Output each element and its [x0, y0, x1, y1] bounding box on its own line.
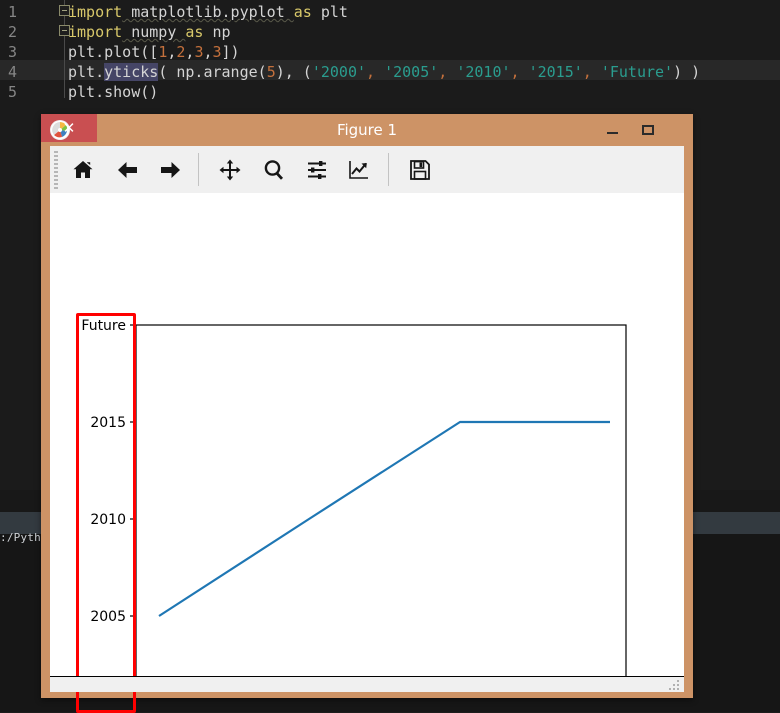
keyword-import: import [68, 3, 123, 21]
call-head: plt.plot([ [68, 43, 159, 61]
keyword-as: as [185, 23, 204, 41]
figure-status-bar [50, 676, 684, 692]
line-number: 4 [8, 63, 18, 81]
forward-button[interactable] [151, 151, 189, 189]
code-line-3[interactable]: plt.plot([1,2,3,3]) [68, 42, 240, 62]
figure-canvas[interactable]: 2000 2005 2010 2015 Future 0.0 0.5 1.0 [50, 193, 684, 713]
close-icon: ✕ [62, 119, 76, 137]
line-number: 5 [8, 83, 18, 101]
data-series-line [158, 420, 610, 617]
home-button[interactable] [64, 151, 102, 189]
comma: , [582, 63, 601, 81]
save-floppy-icon [410, 160, 430, 180]
number-literal: 1 [158, 43, 168, 61]
code-line-2[interactable]: import numpy as np [68, 22, 231, 42]
edit-axis-curve-icon [349, 161, 368, 179]
call-expression: plt.show() [68, 83, 159, 101]
line-number: 2 [8, 23, 18, 41]
maximize-button[interactable] [631, 114, 665, 146]
string-literal: '2005' [384, 63, 439, 81]
toolbar-drag-handle[interactable] [54, 151, 58, 189]
code-line-4[interactable]: plt.yticks( np.arange(5), ('2000', '2005… [68, 62, 700, 82]
pan-button[interactable] [211, 151, 249, 189]
minimize-button[interactable] [597, 114, 631, 146]
pan-move-icon [219, 159, 241, 181]
figure-title-bar[interactable]: Figure 1 ✕ [41, 114, 693, 146]
figure-toolbar[interactable] [50, 146, 684, 194]
module-name: matplotlib.pyplot [122, 3, 294, 21]
comma: , [438, 63, 457, 81]
configure-subplots-icon [308, 161, 326, 179]
configure-subplots-button[interactable] [298, 151, 336, 189]
maximize-icon [642, 125, 654, 135]
toolbar-separator [388, 153, 389, 186]
line-number: 1 [8, 3, 18, 21]
minimize-icon [607, 132, 618, 134]
back-arrow-icon [118, 162, 137, 178]
edit-axis-button[interactable] [340, 151, 378, 189]
comma: , [203, 43, 213, 61]
comma: , [510, 63, 529, 81]
string-literal: '2015' [528, 63, 583, 81]
comma: , [366, 63, 385, 81]
selected-token[interactable]: yticks [104, 63, 159, 81]
ytick-labels-highlight-rectangle [76, 313, 136, 713]
matplotlib-axes: 2000 2005 2010 2015 Future 0.0 0.5 1.0 [81, 318, 627, 676]
toolbar-separator [198, 153, 199, 186]
resize-grip[interactable] [668, 679, 681, 691]
code-line-1[interactable]: import matplotlib.pyplot as plt [68, 2, 348, 22]
line-number: 3 [8, 43, 18, 61]
keyword-import: import [68, 23, 123, 41]
zoom-button[interactable] [255, 151, 293, 189]
string-literal: 'Future' [600, 63, 674, 81]
number-literal: 3 [212, 43, 222, 61]
string-literal: '2010' [456, 63, 511, 81]
save-button[interactable] [401, 151, 439, 189]
home-icon [73, 161, 93, 178]
figure-title: Figure 1 [336, 121, 398, 139]
forward-arrow-icon [161, 162, 180, 178]
zoom-magnifier-icon [264, 160, 284, 180]
string-literal: '2000' [311, 63, 367, 81]
call-middle: ( np.arange( [158, 63, 267, 81]
code-line-5[interactable]: plt.show() [68, 82, 158, 102]
call-tail: ) ) [673, 63, 701, 81]
module-name: numpy [122, 23, 186, 41]
axes-frame [135, 324, 627, 676]
back-button[interactable] [109, 151, 147, 189]
number-literal: 5 [266, 63, 276, 81]
keyword-as: as [293, 3, 312, 21]
figure-window[interactable]: Figure 1 ✕ 2005 2010 2015 Future [41, 114, 693, 713]
call-prefix: plt. [68, 63, 105, 81]
after-arg: ), ( [275, 63, 312, 81]
alias-name: plt [311, 3, 348, 21]
close-button[interactable]: ✕ [41, 114, 97, 142]
call-tail: ]) [221, 43, 240, 61]
alias-name: np [203, 23, 231, 41]
